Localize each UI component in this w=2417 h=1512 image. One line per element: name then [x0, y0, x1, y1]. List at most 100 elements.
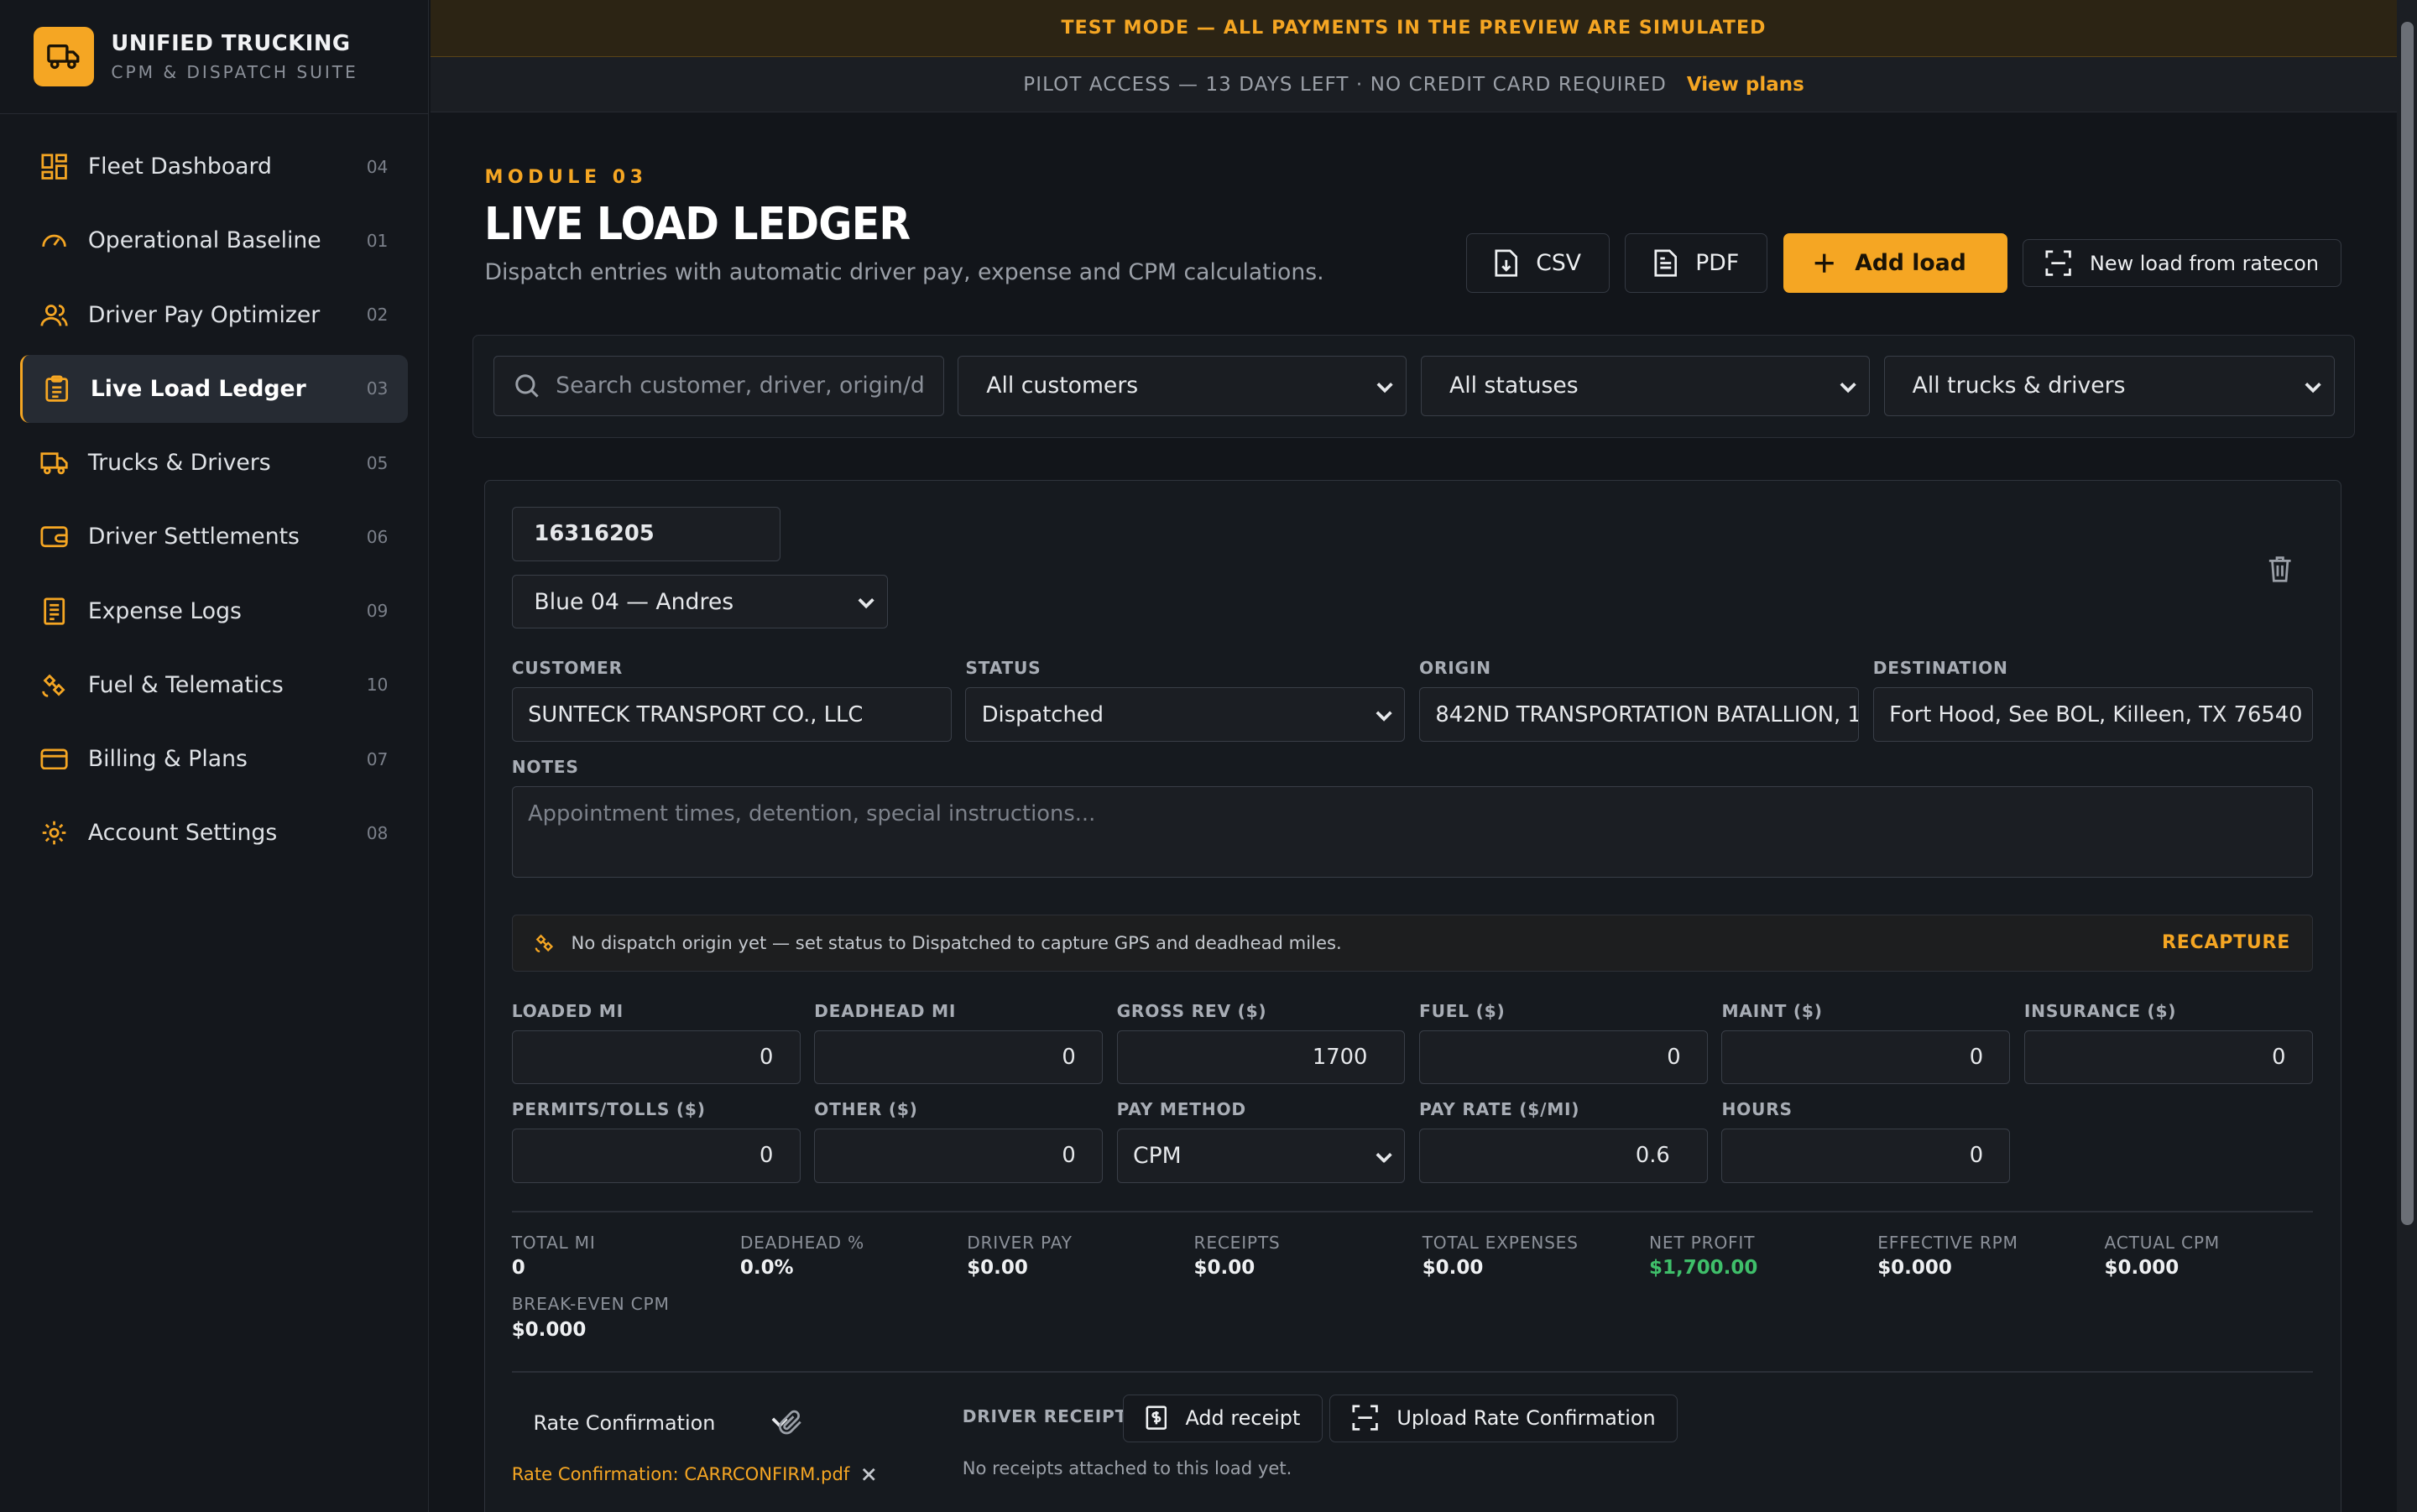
sidebar-item-operational-baseline[interactable]: Operational Baseline 01 — [20, 206, 408, 274]
stat-value: $0.000 — [1877, 1257, 1952, 1280]
sidebar-item-driver-pay-optimizer[interactable]: Driver Pay Optimizer 02 — [20, 281, 408, 349]
deadhead-mi-label: DEADHEAD MI — [814, 1000, 957, 1021]
status-filter-select[interactable]: All statuses — [1420, 355, 1870, 416]
sidebar-item-fuel-telematics[interactable]: Fuel & Telematics 10 — [20, 651, 408, 719]
upload-ratecon-label: Upload Rate Confirmation — [1396, 1406, 1656, 1431]
pdf-button[interactable]: PDF — [1625, 232, 1768, 294]
truck-driver-filter-select[interactable]: All trucks & drivers — [1883, 355, 2335, 416]
deadhead-mi-input[interactable]: 0 — [814, 1030, 1104, 1084]
notes-label: NOTES — [511, 757, 579, 778]
page-subtitle: Dispatch entries with automatic driver p… — [484, 258, 1324, 285]
load-number-input[interactable]: 16316205 — [511, 507, 780, 561]
truck-driver-select[interactable]: Blue 04 — Andres — [511, 575, 889, 629]
origin-input[interactable]: 842ND TRANSPORTATION BATALLION, 19 — [1419, 687, 1860, 742]
sidebar-item-expense-logs[interactable]: Expense Logs 09 — [20, 577, 408, 645]
chevron-down-icon — [1376, 702, 1392, 727]
stat-actual-cpm: ACTUAL CPM $0.000 — [2105, 1233, 2220, 1280]
view-plans-link[interactable]: View plans — [1687, 74, 1804, 96]
truck-driver-value: Blue 04 — Andres — [534, 588, 734, 615]
sidebar-item-live-load-ledger[interactable]: Live Load Ledger 03 — [19, 354, 409, 423]
scrollbar-thumb[interactable] — [2401, 21, 2414, 1226]
sidebar-item-billing-plans[interactable]: Billing & Plans 07 — [20, 725, 408, 793]
stat-break-even-cpm: BREAK-EVEN CPM $0.000 — [512, 1294, 670, 1341]
stat-value: $1,700.00 — [1649, 1257, 1758, 1280]
app-root: UNIFIED TRUCKING CPM & DISPATCH SUITE Fl… — [0, 0, 2417, 1512]
origin-label: ORIGIN — [1419, 658, 1491, 679]
pay-rate-input[interactable]: 0.6 — [1419, 1129, 1708, 1183]
attachment-name[interactable]: Rate Confirmation: CARRCONFIRM.pdf — [512, 1463, 850, 1484]
stat-label: ACTUAL CPM — [2104, 1232, 2220, 1253]
loaded-mi-label: LOADED MI — [511, 1000, 624, 1021]
stat-deadhead-pct: DEADHEAD % 0.0% — [740, 1233, 864, 1280]
customer-filter-value: All customers — [986, 373, 1139, 399]
status-select[interactable]: Dispatched — [965, 687, 1406, 742]
clipboard-icon — [43, 375, 70, 403]
upload-ratecon-button[interactable]: Upload Rate Confirmation — [1329, 1394, 1678, 1442]
destination-input[interactable]: Fort Hood, See BOL, Killeen, TX 76540 — [1872, 687, 2313, 742]
search-icon — [514, 373, 539, 404]
maint-input[interactable]: 0 — [1721, 1030, 2011, 1084]
hours-label: HOURS — [1721, 1099, 1793, 1120]
sidebar-item-label: Billing & Plans — [87, 746, 248, 773]
sidebar-item-number: 09 — [366, 601, 389, 622]
new-load-from-ratecon-button[interactable]: New load from ratecon — [2022, 239, 2341, 288]
close-icon[interactable] — [862, 1468, 876, 1482]
search-input[interactable]: Search customer, driver, origin/d — [493, 355, 944, 416]
scan-icon — [1352, 1405, 1378, 1431]
add-load-button[interactable]: Add load — [1783, 232, 2007, 294]
sidebar-item-label: Live Load Ledger — [90, 375, 306, 402]
credit-card-icon — [40, 745, 68, 773]
fuel-input[interactable]: 0 — [1419, 1030, 1708, 1084]
sidebar-item-number: 08 — [366, 822, 389, 843]
stat-driver-pay: DRIVER PAY $0.00 — [967, 1233, 1073, 1280]
status-label: STATUS — [965, 658, 1041, 679]
other-input[interactable]: 0 — [814, 1129, 1104, 1183]
sidebar-item-number: 05 — [366, 452, 389, 473]
receipt-icon — [40, 597, 68, 625]
recapture-button[interactable]: RECAPTURE — [2162, 932, 2290, 953]
chevron-down-icon — [858, 589, 875, 615]
hours-input[interactable]: 0 — [1721, 1129, 2011, 1183]
fuel-label: FUEL ($) — [1419, 1000, 1506, 1021]
csv-button[interactable]: CSV — [1465, 232, 1610, 294]
document-type-value: Rate Confirmation — [533, 1410, 716, 1435]
pay-method-value: CPM — [1132, 1142, 1182, 1169]
page-scrollbar[interactable] — [2396, 0, 2417, 1512]
paperclip-icon[interactable] — [778, 1410, 803, 1442]
pay-method-select[interactable]: CPM — [1116, 1129, 1406, 1183]
customer-label: CUSTOMER — [511, 658, 623, 679]
pay-rate-label: PAY RATE ($/MI) — [1419, 1099, 1580, 1120]
insurance-input[interactable]: 0 — [2023, 1030, 2313, 1084]
sidebar-item-fleet-dashboard[interactable]: Fleet Dashboard 04 — [20, 133, 408, 201]
chevron-down-icon — [1376, 1143, 1392, 1169]
satellite-icon — [40, 671, 68, 699]
stat-label: TOTAL EXPENSES — [1422, 1232, 1579, 1253]
sidebar-item-label: Expense Logs — [87, 597, 242, 624]
sidebar-item-trucks-drivers[interactable]: Trucks & Drivers 05 — [20, 429, 408, 497]
loaded-mi-input[interactable]: 0 — [511, 1030, 801, 1084]
pilot-banner: PILOT ACCESS — 13 DAYS LEFT · NO CREDIT … — [431, 57, 2397, 113]
gross-rev-label: GROSS REV ($) — [1116, 1000, 1267, 1021]
sidebar-item-driver-settlements[interactable]: Driver Settlements 06 — [20, 503, 408, 571]
stat-value: $0.000 — [2104, 1257, 2179, 1280]
sidebar-item-label: Driver Pay Optimizer — [87, 301, 321, 328]
page-title: LIVE LOAD LEDGER — [484, 196, 911, 250]
sidebar-item-label: Trucks & Drivers — [87, 450, 271, 477]
chevron-down-icon — [1840, 373, 1856, 399]
customer-input[interactable]: SUNTECK TRANSPORT CO., LLC — [511, 687, 952, 742]
notes-textarea[interactable]: Appointment times, detention, special in… — [511, 786, 2313, 878]
permits-tolls-input[interactable]: 0 — [511, 1129, 801, 1183]
customer-filter-select[interactable]: All customers — [958, 355, 1407, 416]
trash-icon[interactable] — [2268, 555, 2292, 588]
gross-rev-input[interactable]: 1700 — [1116, 1030, 1406, 1084]
sidebar: UNIFIED TRUCKING CPM & DISPATCH SUITE Fl… — [0, 0, 430, 1512]
dashboard-icon — [40, 153, 68, 180]
stat-value: $0.000 — [511, 1318, 587, 1341]
gear-icon — [40, 819, 68, 847]
document-type-select[interactable]: Rate Confirmation — [533, 1410, 788, 1435]
stat-net-profit: NET PROFIT $1,700.00 — [1649, 1233, 1757, 1280]
add-receipt-button[interactable]: Add receipt — [1122, 1394, 1323, 1442]
sidebar-item-label: Fuel & Telematics — [87, 671, 284, 698]
receipt-dollar-icon — [1146, 1405, 1167, 1431]
sidebar-item-account-settings[interactable]: Account Settings 08 — [20, 799, 408, 867]
